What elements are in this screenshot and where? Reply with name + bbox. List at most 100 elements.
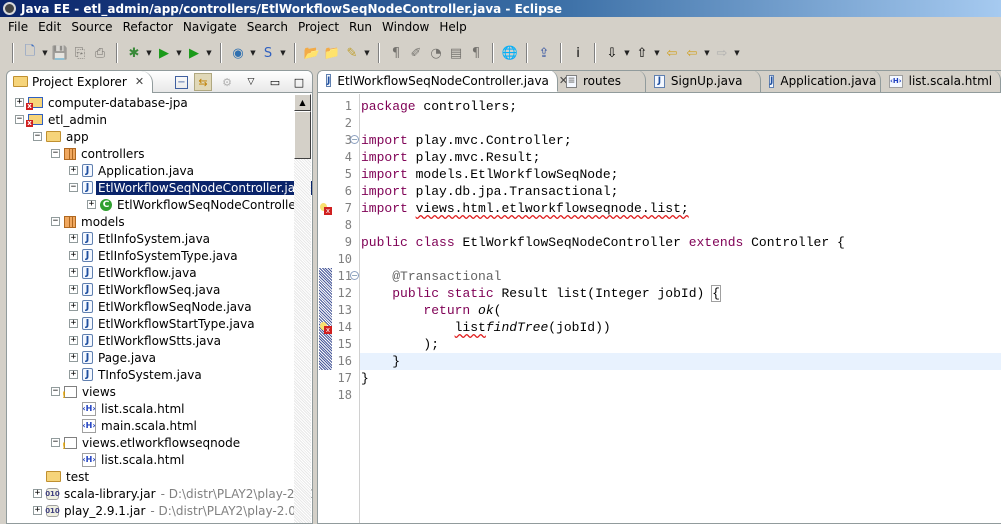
code-line[interactable]: public class EtlWorkflowSeqNodeControlle… bbox=[360, 234, 1001, 251]
code-line[interactable]: import views.html.etlworkflowseqnode.lis… bbox=[360, 200, 1001, 217]
tree-item[interactable]: + C EtlWorkflowSeqNodeController bbox=[87, 196, 303, 213]
tree-item[interactable]: test bbox=[33, 468, 91, 485]
code-line[interactable]: import models.EtlWorkflowSeqNode; bbox=[360, 166, 1001, 183]
collapse-icon[interactable]: − bbox=[51, 217, 60, 226]
menu-file[interactable]: File bbox=[3, 20, 33, 34]
menu-edit[interactable]: Edit bbox=[33, 20, 66, 34]
tree-item[interactable]: − views.etlworkflowseqnode bbox=[51, 434, 242, 452]
collapse-icon[interactable]: − bbox=[51, 387, 60, 396]
new-server-icon[interactable]: ◉ bbox=[228, 43, 248, 63]
editor-tab[interactable]: J SignUp.java bbox=[646, 71, 761, 92]
open-type-icon[interactable]: 📂 bbox=[302, 43, 322, 63]
run-server-icon[interactable]: ▶ bbox=[184, 43, 204, 63]
debug-icon[interactable]: ✱ bbox=[124, 43, 144, 63]
menu-help[interactable]: Help bbox=[434, 20, 471, 34]
expand-icon[interactable]: + bbox=[69, 268, 78, 277]
new-scala-icon[interactable]: S bbox=[258, 43, 278, 63]
tree-item[interactable]: + computer-database-jpa bbox=[15, 94, 190, 111]
save-icon[interactable]: 💾 bbox=[50, 43, 70, 63]
collapse-icon[interactable]: − bbox=[33, 132, 42, 141]
expand-icon[interactable]: + bbox=[33, 489, 42, 498]
tree-item[interactable]: ‹H› list.scala.html bbox=[69, 451, 186, 468]
fold-toggle-icon[interactable]: − bbox=[350, 271, 359, 280]
new-icon[interactable]: 🗋 bbox=[20, 43, 40, 63]
expand-icon[interactable]: + bbox=[69, 285, 78, 294]
dropdown-arrow-icon[interactable]: ▼ bbox=[174, 43, 184, 63]
dropdown-arrow-icon[interactable]: ▼ bbox=[652, 43, 662, 63]
expand-icon[interactable]: + bbox=[69, 166, 78, 175]
collapse-all-icon[interactable]: − bbox=[175, 75, 188, 89]
filter-icon[interactable]: ⚙ bbox=[218, 73, 236, 91]
tree-item[interactable]: + J EtlInfoSystemType.java bbox=[69, 247, 240, 264]
error-quickfix-icon[interactable]: x bbox=[320, 322, 332, 334]
edit-icon[interactable]: ✐ bbox=[406, 43, 426, 63]
menu-run[interactable]: Run bbox=[344, 20, 377, 34]
tree-item[interactable]: + J EtlWorkflowSeqNode.java bbox=[69, 298, 254, 315]
tree-item[interactable]: + J EtlWorkflowStts.java bbox=[69, 332, 223, 349]
code-line[interactable] bbox=[360, 251, 1001, 268]
collapse-icon[interactable]: − bbox=[51, 149, 60, 158]
dropdown-arrow-icon[interactable]: ▼ bbox=[248, 43, 258, 63]
tree-item[interactable]: + J TInfoSystem.java bbox=[69, 366, 204, 383]
editor-tab[interactable]: J Application.java bbox=[761, 71, 881, 92]
save-all-icon[interactable]: ⎘ bbox=[70, 43, 90, 63]
tree-item[interactable]: − app bbox=[33, 128, 91, 145]
deploy-icon[interactable]: ⇪ bbox=[534, 43, 554, 63]
editor-tab[interactable]: J EtlWorkflowSeqNodeController.java ✕ bbox=[318, 71, 568, 92]
explorer-scrollbar[interactable]: ▲ bbox=[294, 94, 311, 523]
tree-item[interactable]: ‹H› list.scala.html bbox=[69, 400, 186, 417]
scroll-thumb[interactable] bbox=[294, 111, 311, 159]
tree-item[interactable]: − etl_admin bbox=[15, 111, 109, 128]
code-line[interactable]: @Transactional bbox=[360, 268, 1001, 285]
expand-icon[interactable]: + bbox=[69, 302, 78, 311]
toggle-mark-icon[interactable]: ¶ bbox=[386, 43, 406, 63]
menu-refactor[interactable]: Refactor bbox=[118, 20, 178, 34]
code-line[interactable]: public static Result list(Integer jobId)… bbox=[360, 285, 1001, 302]
close-icon[interactable]: ✕ bbox=[135, 75, 144, 88]
tree-item[interactable]: + J EtlInfoSystem.java bbox=[69, 230, 212, 247]
dropdown-arrow-icon[interactable]: ▼ bbox=[144, 43, 154, 63]
expand-icon[interactable]: + bbox=[69, 370, 78, 379]
dropdown-arrow-icon[interactable]: ▼ bbox=[622, 43, 632, 63]
expand-icon[interactable]: + bbox=[69, 234, 78, 243]
last-edit-icon[interactable]: ⇦ bbox=[662, 43, 682, 63]
expand-icon[interactable]: + bbox=[69, 319, 78, 328]
block-select-icon[interactable]: ▤ bbox=[446, 43, 466, 63]
code-line[interactable] bbox=[360, 217, 1001, 234]
toggle-breadcrumb-icon[interactable]: ◔ bbox=[426, 43, 446, 63]
code-line[interactable]: listfindTree(jobId)) bbox=[360, 319, 1001, 336]
prev-annotation-icon[interactable]: ⇧ bbox=[632, 43, 652, 63]
code-line[interactable]: import play.db.jpa.Transactional; bbox=[360, 183, 1001, 200]
tree-item[interactable]: + J Application.java bbox=[69, 162, 196, 179]
code-line[interactable] bbox=[360, 387, 1001, 404]
tree-item[interactable]: − views bbox=[51, 383, 118, 401]
print-icon[interactable]: ⎙ bbox=[90, 43, 110, 63]
editor-tab[interactable]: ‹H› list.scala.html bbox=[881, 71, 1001, 92]
expand-icon[interactable]: + bbox=[69, 336, 78, 345]
tree-item[interactable]: − models bbox=[51, 213, 127, 230]
dropdown-arrow-icon[interactable]: ▼ bbox=[702, 43, 712, 63]
menu-project[interactable]: Project bbox=[293, 20, 344, 34]
next-annotation-icon[interactable]: ⇩ bbox=[602, 43, 622, 63]
code-line[interactable]: import play.mvc.Result; bbox=[360, 149, 1001, 166]
menu-navigate[interactable]: Navigate bbox=[178, 20, 242, 34]
expand-icon[interactable]: + bbox=[69, 353, 78, 362]
dropdown-arrow-icon[interactable]: ▼ bbox=[362, 43, 372, 63]
expand-icon[interactable]: + bbox=[87, 200, 96, 209]
tree-item[interactable]: + J EtlWorkflowStartType.java bbox=[69, 315, 257, 332]
brush-icon[interactable]: ✎ bbox=[342, 43, 362, 63]
expand-icon[interactable]: + bbox=[69, 251, 78, 260]
error-quickfix-icon[interactable]: x bbox=[320, 203, 332, 215]
scroll-up-arrow[interactable]: ▲ bbox=[294, 94, 311, 111]
tree-item[interactable]: + J EtlWorkflow.java bbox=[69, 264, 199, 281]
tree-item[interactable]: − controllers bbox=[51, 145, 147, 162]
editor-tab[interactable]: ≡ routes bbox=[558, 71, 646, 92]
code-area[interactable]: 1 package controllers; 2 3− import play.mvc.… bbox=[318, 94, 1001, 523]
expand-icon[interactable]: + bbox=[33, 506, 42, 515]
fold-toggle-icon[interactable]: − bbox=[350, 135, 359, 144]
collapse-icon[interactable]: − bbox=[69, 183, 78, 192]
run-icon[interactable]: ▶ bbox=[154, 43, 174, 63]
menu-search[interactable]: Search bbox=[242, 20, 293, 34]
dropdown-arrow-icon[interactable]: ▼ bbox=[278, 43, 288, 63]
javadoc-icon[interactable]: ⅰ bbox=[568, 43, 588, 63]
